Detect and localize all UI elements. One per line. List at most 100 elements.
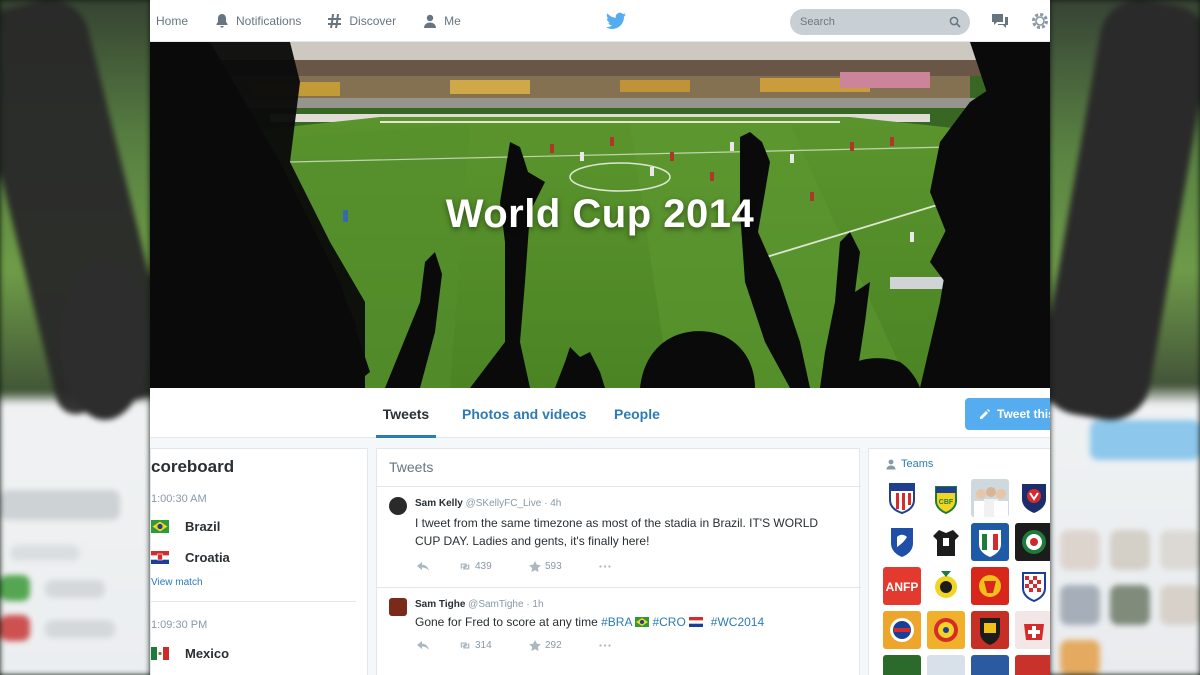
usa-crest-icon — [889, 483, 915, 514]
tweet-author-name[interactable]: Sam Kelly — [415, 498, 463, 509]
team-row-mexico[interactable]: Mexico — [151, 642, 229, 664]
team-tile-costa-rica[interactable] — [883, 611, 921, 649]
tab-photos-and-videos[interactable]: Photos and videos — [462, 388, 586, 438]
hashtag-link[interactable]: #WC2014 — [711, 615, 764, 629]
croatia-flag-emoji-icon — [688, 617, 703, 627]
teams-header[interactable]: Teams — [885, 458, 933, 470]
team-tile-spain[interactable] — [971, 611, 1009, 649]
spain-crest-icon — [980, 618, 1000, 645]
reply-icon — [417, 641, 429, 650]
bell-icon — [216, 13, 228, 28]
tweet-time[interactable]: 4h — [550, 498, 561, 509]
teams-label: Teams — [901, 458, 934, 470]
team-tile-portugal[interactable] — [1015, 655, 1050, 675]
retweet-icon — [460, 642, 470, 649]
teams-panel: Teams CBF ANFP — [868, 448, 1050, 675]
tweet-this-label: Tweet this — [997, 407, 1050, 421]
retweet-icon — [460, 563, 470, 570]
tweet-item[interactable]: Sam Tighe @SamTighe · 1h Gone for Fred t… — [377, 588, 861, 675]
tweet-actions: 439 593 — [417, 561, 611, 572]
team-tile-brazil[interactable]: CBF — [927, 479, 965, 517]
nav-discover[interactable]: Discover — [327, 0, 396, 42]
tweet-header: Sam Kelly @SKellyFC_Live · 4h — [415, 498, 561, 509]
direct-messages-icon[interactable] — [990, 12, 1010, 30]
tweet-handle[interactable]: @SamTighe — [468, 599, 523, 610]
team-tile-colombia[interactable] — [927, 611, 965, 649]
tweet-time[interactable]: 1h — [532, 599, 543, 610]
ghana-crest-icon — [935, 571, 957, 598]
japan-crest-icon — [1022, 484, 1046, 513]
team-tile-cameroon[interactable] — [883, 655, 921, 675]
favorite-count: 593 — [545, 561, 562, 572]
brazil-crest-icon: CBF — [935, 486, 957, 515]
tweet-handle[interactable]: @SKellyFC_Live — [466, 498, 542, 509]
team-tile-england-2[interactable] — [927, 655, 965, 675]
me-label: Me — [444, 13, 461, 28]
team-tile-england[interactable] — [971, 479, 1009, 517]
svg-text:ANFP: ANFP — [886, 580, 919, 594]
favorite-button[interactable]: 292 — [529, 640, 599, 651]
match-time: 1:09:30 PM — [151, 619, 208, 631]
team-tile-korea[interactable] — [883, 523, 921, 561]
person-icon — [886, 459, 896, 470]
avatar[interactable] — [389, 598, 407, 616]
match-time: 1:00:30 AM — [151, 493, 207, 505]
home-label: Home — [156, 13, 189, 28]
brazil-flag-icon — [151, 519, 169, 533]
tab-tweets[interactable]: Tweets — [376, 388, 436, 438]
tweet-item[interactable]: Sam Kelly @SKellyFC_Live · 4h I tweet fr… — [377, 487, 861, 587]
more-button[interactable] — [599, 561, 611, 572]
mexico-flag-icon — [151, 646, 169, 660]
nav-me[interactable]: Me — [422, 0, 461, 42]
team-tile-chile[interactable]: ANFP — [883, 567, 921, 605]
tweet-stream: Tweets Sam Kelly @SKellyFC_Live · 4h I t… — [376, 448, 861, 675]
more-button[interactable] — [599, 640, 611, 651]
compose-icon — [980, 409, 990, 419]
view-match-link[interactable]: View match — [151, 577, 203, 588]
hashtag-link[interactable]: #CRO — [652, 615, 685, 629]
tweet-text: I tweet from the same timezone as most o… — [415, 516, 819, 548]
hashtag-link[interactable]: #BRA — [601, 615, 632, 629]
favorite-count: 292 — [545, 640, 562, 651]
team-tile-mexico[interactable] — [1015, 523, 1050, 561]
retweet-button[interactable]: 439 — [459, 561, 529, 572]
mexico-crest-icon — [1022, 530, 1046, 554]
search-box[interactable] — [790, 9, 970, 35]
nav-home[interactable]: Home — [156, 0, 188, 42]
tweet-author-name[interactable]: Sam Tighe — [415, 599, 465, 610]
nav-notifications[interactable]: Notifications — [214, 0, 301, 42]
tab-people[interactable]: People — [614, 388, 660, 438]
team-name: Brazil — [185, 518, 221, 534]
avatar[interactable] — [389, 497, 407, 515]
team-row-brazil[interactable]: Brazil — [151, 515, 220, 537]
twitter-window: Home Notifications Discover Me Search Wo… — [150, 0, 1050, 675]
team-tile-croatia[interactable] — [1015, 567, 1050, 605]
reply-button[interactable] — [417, 640, 459, 651]
team-tile-belgium[interactable] — [971, 567, 1009, 605]
team-tile-france[interactable] — [971, 655, 1009, 675]
team-row-croatia[interactable]: Croatia — [151, 546, 230, 568]
blurred-left-margin — [0, 0, 150, 675]
tweet-this-button[interactable]: Tweet this — [965, 398, 1050, 430]
favorite-button[interactable]: 593 — [529, 561, 599, 572]
retweet-button[interactable]: 314 — [459, 640, 529, 651]
gear-icon[interactable] — [1030, 11, 1050, 31]
anfp-logo-icon: ANFP — [886, 580, 919, 594]
star-icon — [529, 640, 541, 651]
magnifier-icon[interactable] — [949, 16, 961, 28]
tweet-actions: 314 292 — [417, 640, 611, 651]
croatia-crest-icon — [1022, 572, 1046, 602]
jersey-icon — [933, 530, 959, 556]
team-tile-usa[interactable] — [883, 479, 921, 517]
team-tile-brazil-2[interactable] — [927, 523, 965, 561]
scoreboard-title: coreboard — [151, 457, 235, 476]
team-tile-japan[interactable] — [1015, 479, 1050, 517]
reply-button[interactable] — [417, 561, 459, 572]
team-tile-italy[interactable] — [971, 523, 1009, 561]
retweet-count: 439 — [475, 561, 492, 572]
team-tile-ghana[interactable] — [927, 567, 965, 605]
colombia-crest-icon — [934, 618, 958, 642]
team-tile-switzerland[interactable] — [1015, 611, 1050, 649]
search-input[interactable] — [800, 16, 940, 28]
twitter-bird-icon[interactable] — [606, 12, 626, 30]
